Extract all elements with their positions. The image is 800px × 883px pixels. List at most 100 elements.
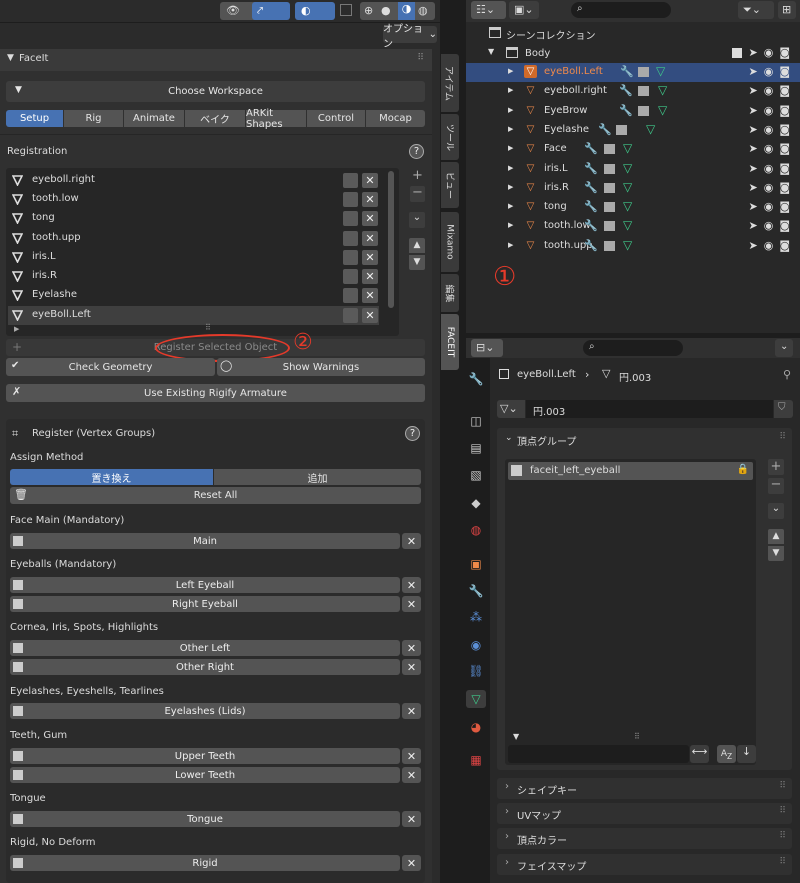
drag-handle-icon[interactable]: ⠿ [779, 781, 786, 791]
select-icon[interactable]: ➤ [748, 104, 757, 117]
use-rigify-armature-button[interactable]: ✗ Use Existing Rigify Armature [6, 384, 425, 402]
side-tab-item[interactable]: アイテム [441, 54, 459, 112]
side-tab-mixamo[interactable]: Mixamo [441, 212, 459, 272]
assign-group-button[interactable]: Main [10, 533, 400, 549]
collection-row[interactable]: ▼ Body ➤ ◉ ◙ [466, 44, 800, 63]
eye-icon[interactable]: ◉ [764, 46, 774, 59]
camera-icon[interactable]: ◙ [779, 239, 790, 252]
outliner-item[interactable]: ▶ ▽ iris.R 🔧 ▽ ➤ ◉ ◙ [466, 179, 800, 198]
select-object-icon[interactable] [343, 269, 358, 284]
shading-modes[interactable]: ⊕ ● ◑ ◍ [360, 2, 435, 20]
assign-group-button[interactable]: Rigid [10, 855, 400, 871]
list-item[interactable]: tooth.upp ✕ [8, 229, 379, 248]
output-icon[interactable]: ▤ [466, 439, 486, 457]
show-warnings-button[interactable]: ◯ Show Warnings [217, 358, 425, 376]
assign-group-button[interactable]: Other Left [10, 640, 400, 656]
camera-icon[interactable]: ◙ [779, 104, 790, 117]
eye-icon[interactable]: ◉ [764, 219, 774, 232]
remove-object-icon[interactable]: ✕ [362, 173, 378, 188]
expand-icon[interactable]: ▶ [508, 183, 513, 191]
properties-search-input[interactable]: ⌕ [583, 340, 683, 356]
select-icon[interactable]: ➤ [748, 239, 757, 252]
assign-group-button[interactable]: Right Eyeball [10, 596, 400, 612]
remove-object-icon[interactable]: ✕ [362, 211, 378, 226]
select-icon[interactable]: ➤ [748, 65, 757, 78]
select-icon[interactable]: ➤ [748, 162, 757, 175]
camera-icon[interactable]: ◙ [779, 181, 790, 194]
select-object-icon[interactable] [343, 211, 358, 226]
clear-group-icon[interactable]: ✕ [402, 703, 421, 719]
material-icon[interactable]: ◕ [466, 718, 486, 736]
mesh-name-field[interactable]: 円.003 [526, 400, 773, 418]
wireframe-icon[interactable]: ⊕ [364, 4, 373, 17]
list-item[interactable]: tong ✕ [8, 209, 379, 228]
invert-filter-button[interactable]: ⟷ [690, 745, 709, 763]
clear-group-icon[interactable]: ✕ [402, 596, 421, 612]
vg-move-down-icon[interactable]: ▼ [768, 546, 784, 561]
rendered-icon[interactable]: ◍ [418, 4, 428, 17]
help-icon[interactable]: ? [405, 426, 420, 441]
properties-options[interactable]: ⌄ [775, 339, 793, 357]
remove-object-icon[interactable]: ✕ [362, 250, 378, 265]
camera-icon[interactable]: ◙ [779, 123, 790, 136]
world-icon[interactable]: ◍ [466, 521, 486, 539]
pin-icon[interactable]: ⚲ [783, 368, 791, 381]
eye-icon[interactable]: ◉ [764, 104, 774, 117]
eye-icon[interactable]: ◉ [764, 84, 774, 97]
reset-all-button[interactable]: 🗑 Reset All [10, 487, 421, 504]
vg-add-icon[interactable]: + [768, 459, 784, 475]
choose-workspace-button[interactable]: ▼ Choose Workspace [6, 81, 425, 102]
vertex-groups-header[interactable]: ⌄ 頂点グループ ⠿ [497, 428, 792, 450]
list-item[interactable]: eyeBoll.Left ✕ [8, 306, 379, 325]
xray-icon[interactable] [340, 4, 352, 16]
eye-icon[interactable]: ◉ [764, 162, 774, 175]
expand-icon[interactable]: ▶ [508, 144, 513, 152]
outliner-item[interactable]: ▶ ▽ tong 🔧 ▽ ➤ ◉ ◙ [466, 198, 800, 217]
particles-icon[interactable]: ⁂ [466, 608, 486, 626]
camera-icon[interactable]: ◙ [779, 84, 790, 97]
vg-move-up-icon[interactable]: ▲ [768, 529, 784, 544]
outliner-item[interactable]: ▶ ▽ Eyelashe 🔧 ▽ ➤ ◉ ◙ [466, 121, 800, 140]
tab-animate[interactable]: Animate [124, 110, 184, 127]
lock-icon[interactable]: 🔒 [737, 464, 749, 475]
list-item[interactable]: iris.R ✕ [8, 267, 379, 286]
list-resize-handle[interactable]: ⠿ [205, 323, 211, 332]
eye-icon[interactable]: ◉ [764, 123, 774, 136]
outliner-item[interactable]: ▶ ▽ EyeBrow 🔧 ▽ ➤ ◉ ◙ [466, 102, 800, 121]
assign-group-button[interactable]: Tongue [10, 811, 400, 827]
assign-add-button[interactable]: 追加 [214, 469, 421, 485]
drag-handle-icon[interactable]: ⠿ [417, 53, 424, 63]
move-down-icon[interactable]: ▼ [409, 255, 425, 270]
gizmo-toggle[interactable]: ⤤ [252, 2, 290, 20]
chevron-down-icon[interactable]: ▼ [488, 47, 494, 56]
drag-handle-icon[interactable]: ⠿ [779, 806, 786, 816]
vg-remove-icon[interactable]: − [768, 478, 784, 494]
select-icon[interactable]: ➤ [748, 200, 757, 213]
tab-rig[interactable]: Rig [64, 110, 123, 127]
editor-type-dropdown[interactable]: ⊟⌄ [471, 339, 503, 357]
select-object-icon[interactable] [343, 192, 358, 207]
expand-icon[interactable]: ▶ [508, 202, 513, 210]
select-icon[interactable]: ➤ [748, 84, 757, 97]
vg-filter-input[interactable] [508, 745, 689, 763]
remove-object-icon[interactable]: ✕ [362, 308, 378, 323]
clear-group-icon[interactable]: ✕ [402, 640, 421, 656]
assign-group-button[interactable]: Left Eyeball [10, 577, 400, 593]
list-expand-icon[interactable]: ▼ [513, 732, 519, 741]
clear-group-icon[interactable]: ✕ [402, 855, 421, 871]
scene-icon[interactable]: ◆ [466, 494, 486, 512]
tab-mocap[interactable]: Mocap [366, 110, 425, 127]
object-icon[interactable]: ▣ [466, 555, 486, 573]
outliner-item[interactable]: ▶ ▽ eyeboll.right 🔧 ▽ ➤ ◉ ◙ [466, 82, 800, 101]
assign-replace-button[interactable]: 置き換え [10, 469, 213, 485]
solid-icon[interactable]: ● [381, 4, 391, 17]
list-remove-icon[interactable]: − [410, 186, 425, 202]
expand-icon[interactable]: ▶ [508, 86, 513, 94]
render-icon[interactable]: ◫ [466, 412, 486, 430]
select-icon[interactable]: ➤ [748, 123, 757, 136]
physics-icon[interactable]: ◉ [466, 636, 486, 654]
texture-icon[interactable]: ▦ [466, 751, 486, 769]
clear-group-icon[interactable]: ✕ [402, 767, 421, 783]
vertex-group-item[interactable]: faceit_left_eyeball 🔒 [508, 462, 753, 480]
subpanel-header[interactable]: › シェイプキー ⠿ [497, 778, 792, 799]
